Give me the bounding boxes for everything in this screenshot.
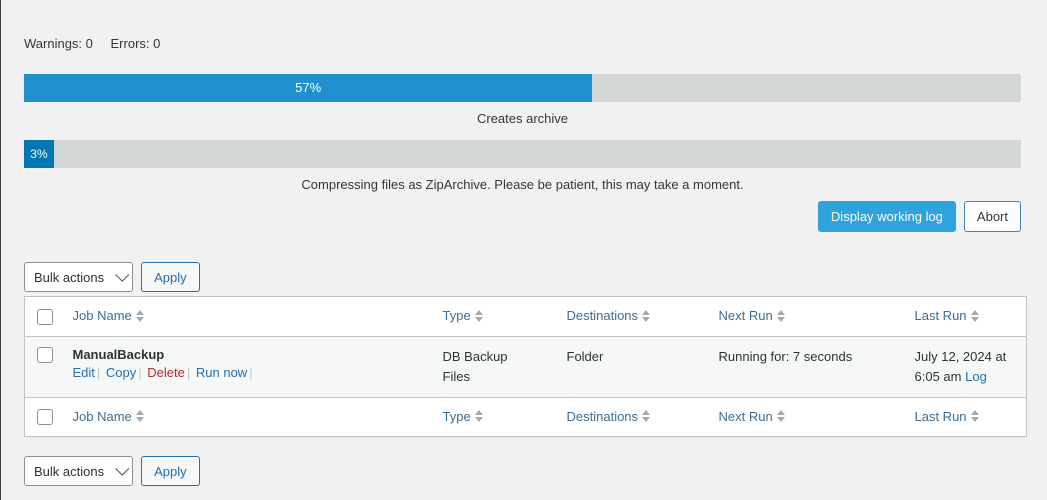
row-action-copy[interactable]: Copy [106, 365, 136, 380]
apply-button-top[interactable]: Apply [141, 262, 200, 292]
sort-last-run-top[interactable]: Last Run [915, 308, 979, 323]
column-footer-type: Type [433, 397, 557, 437]
cell-destinations: Folder [566, 348, 604, 364]
step-progress-caption: Compressing files as ZipArchive. Please … [301, 177, 744, 192]
select-all-checkbox-bottom[interactable] [37, 409, 53, 426]
last-run-log-link[interactable]: Log [965, 369, 987, 384]
abort-button[interactable]: Abort [963, 201, 1021, 232]
sort-job-name-top[interactable]: Job Name [73, 308, 144, 323]
sort-arrows-icon [776, 410, 785, 423]
column-label: Next Run [718, 408, 773, 424]
cell-last-run: July 12, 2024 at 6:05 am Log [905, 336, 1027, 397]
warnings-count: Warnings: 0 [24, 36, 93, 51]
bulk-actions-select-bottom[interactable]: Bulk actions [24, 456, 134, 486]
column-footer-destinations: Destinations [557, 397, 709, 437]
column-label: Job Name [72, 308, 132, 323]
sort-arrows-icon [970, 309, 979, 322]
select-all-checkbox-top[interactable] [37, 308, 53, 325]
sort-arrows-icon [642, 410, 651, 423]
table-header-row: Job Name Type Destinations Next Run Last… [24, 297, 1027, 337]
cell-type: DB Backup Files [442, 348, 508, 384]
chevron-down-icon [115, 267, 130, 282]
sort-next-run-top[interactable]: Next Run [719, 308, 785, 323]
column-header-job-name: Job Name [63, 297, 433, 337]
step-progress-section: 3% Compressing files as ZipArchive. Plea… [24, 140, 1021, 192]
sort-type-bottom[interactable]: Type [443, 409, 483, 424]
row-action-run-now[interactable]: Run now [196, 365, 247, 380]
table-footer-row: Job Name Type Destinations Next Run Last… [24, 397, 1027, 437]
column-header-last-run: Last Run [905, 297, 1027, 337]
bulk-actions-select-top-label: Bulk actions [34, 269, 105, 285]
cell-job-name: ManualBackup Edit | Copy | Delete | Run now… [63, 336, 433, 397]
row-action-edit[interactable]: Edit [73, 365, 95, 380]
errors-count: Errors: 0 [110, 36, 161, 51]
sort-destinations-top[interactable]: Destinations [567, 308, 651, 323]
column-label: Destinations [566, 408, 639, 424]
left-edge-rule [0, 0, 1, 500]
table-body: ManualBackup Edit | Copy | Delete | Run now… [24, 336, 1027, 398]
column-header-next-run: Next Run [709, 297, 905, 337]
overall-progress-fill: 57% [24, 74, 593, 102]
sort-destinations-bottom[interactable]: Destinations [567, 409, 651, 424]
column-label: Last Run [914, 408, 967, 424]
job-name-label: ManualBackup [72, 346, 165, 362]
row-action-delete[interactable]: Delete [147, 365, 185, 380]
column-label: Type [442, 308, 471, 323]
cell-next-run: Running for: 7 seconds [718, 348, 853, 364]
overall-progress-section: 57% Creates archive [24, 74, 1021, 126]
sort-arrows-icon [776, 309, 785, 322]
column-header-destinations: Destinations [557, 297, 709, 337]
select-all-header [25, 297, 63, 337]
sort-arrows-icon [135, 410, 144, 423]
sort-arrows-icon [474, 309, 483, 322]
column-label: Last Run [914, 308, 967, 323]
sort-job-name-bottom[interactable]: Job Name [73, 409, 144, 424]
step-progress-track: 3% [24, 140, 1021, 168]
column-label: Next Run [718, 308, 773, 323]
row-select-cell [25, 336, 63, 397]
sort-arrows-icon [474, 410, 483, 423]
sort-next-run-bottom[interactable]: Next Run [719, 409, 785, 424]
sort-type-top[interactable]: Type [443, 308, 483, 323]
column-label: Destinations [566, 308, 639, 323]
sort-arrows-icon [970, 410, 979, 423]
sort-arrows-icon [642, 309, 651, 322]
column-header-type: Type [433, 297, 557, 337]
table-row: ManualBackup Edit | Copy | Delete | Run now… [24, 336, 1027, 398]
step-progress-fill: 3% [24, 140, 54, 168]
table-head: Job Name Type Destinations Next Run Last… [24, 297, 1027, 337]
display-working-log-button[interactable]: Display working log [817, 201, 956, 232]
sort-arrows-icon [135, 309, 144, 322]
table-foot: Job Name Type Destinations Next Run Last… [24, 397, 1027, 437]
bulk-actions-select-top[interactable]: Bulk actions [24, 262, 134, 292]
sort-last-run-bottom[interactable]: Last Run [915, 409, 979, 424]
select-all-footer [25, 397, 63, 437]
apply-button-bottom[interactable]: Apply [141, 456, 200, 486]
row-checkbox[interactable] [37, 347, 53, 364]
tablenav-top: Bulk actions Apply [24, 262, 200, 292]
column-label: Type [442, 408, 471, 424]
column-footer-next-run: Next Run [709, 397, 905, 437]
chevron-down-icon [115, 461, 130, 476]
column-footer-last-run: Last Run [905, 397, 1027, 437]
job-status-line: Warnings: 0 Errors: 0 [24, 36, 174, 51]
tablenav-bottom: Bulk actions Apply [24, 456, 200, 486]
job-action-buttons: Display working log Abort [817, 201, 1021, 232]
column-footer-job-name: Job Name [63, 397, 433, 437]
last-run-timestamp: July 12, 2024 at 6:05 am [914, 348, 1007, 384]
overall-progress-track: 57% [24, 74, 1021, 102]
row-actions: Edit | Copy | Delete | Run now | [72, 364, 253, 380]
backup-jobs-table: Job Name Type Destinations Next Run Last… [24, 296, 1027, 438]
overall-progress-caption: Creates archive [476, 111, 569, 126]
column-label: Job Name [72, 408, 132, 424]
bulk-actions-select-bottom-label: Bulk actions [34, 463, 105, 479]
